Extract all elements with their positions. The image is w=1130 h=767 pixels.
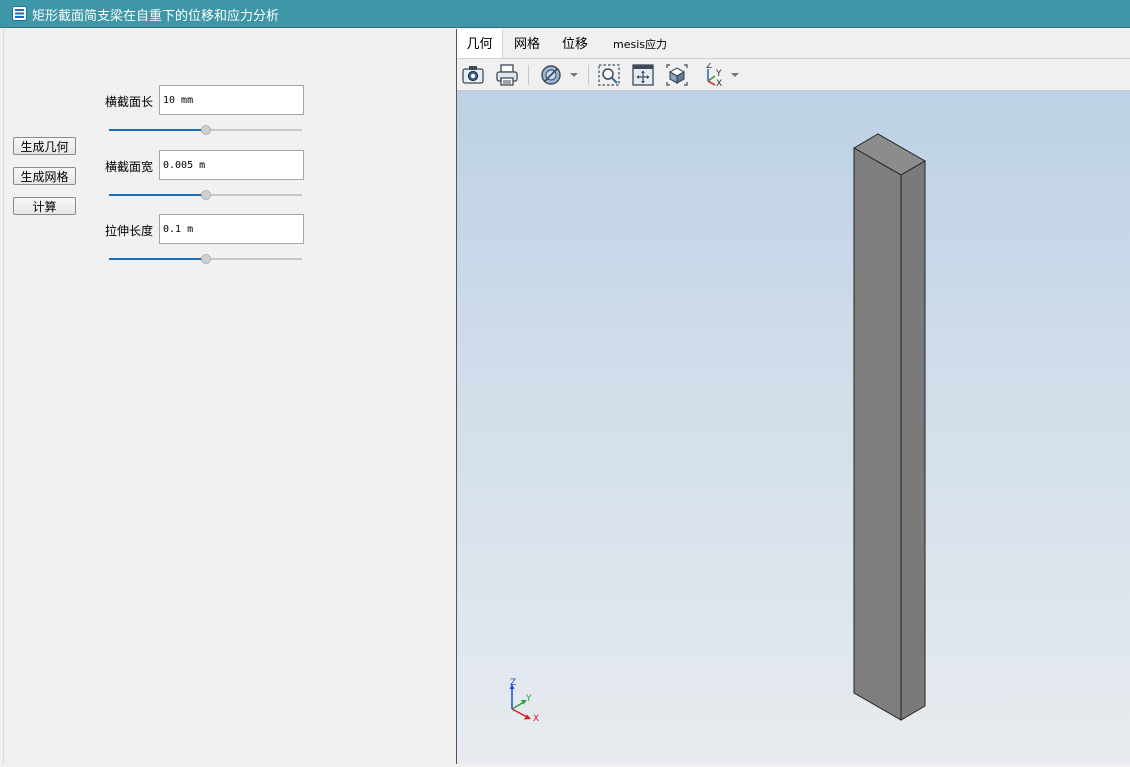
zoom-fit-icon[interactable] <box>631 63 655 87</box>
section-length-slider[interactable] <box>109 124 302 136</box>
window-title: 矩形截面简支梁在自重下的位移和应力分析 <box>32 9 280 24</box>
section-width-label: 横截面宽 <box>105 160 154 174</box>
slider-fill <box>109 194 206 196</box>
z-axis-label: Z <box>510 678 516 688</box>
viewport-toolbar: Z Y X <box>457 59 1130 91</box>
section-width-slider[interactable] <box>109 189 302 201</box>
compute-button[interactable]: 计算 <box>13 197 76 215</box>
toolbar-separator <box>528 65 529 85</box>
section-width-input[interactable] <box>159 150 304 180</box>
chevron-down-icon[interactable] <box>570 73 578 77</box>
slider-fill <box>109 129 206 131</box>
view-tabs: 几何 网格 位移 mesis应力 <box>457 29 1130 59</box>
generate-geometry-button[interactable]: 生成几何 <box>13 137 76 155</box>
view-iso-icon[interactable] <box>665 63 689 87</box>
tab-mesh[interactable]: 网格 <box>506 29 548 58</box>
zoom-box-icon[interactable] <box>597 63 621 87</box>
extrude-length-slider[interactable] <box>109 253 302 265</box>
y-axis-label: Y <box>525 694 532 704</box>
toolbar-separator <box>588 65 589 85</box>
extrude-length-label: 拉伸长度 <box>105 224 154 238</box>
3d-viewport[interactable]: Z Y X <box>457 91 1130 764</box>
slider-thumb[interactable] <box>201 190 211 200</box>
slider-thumb[interactable] <box>201 254 211 264</box>
tab-geometry[interactable]: 几何 <box>457 29 503 58</box>
section-length-input[interactable] <box>159 85 304 115</box>
display-mode-icon[interactable] <box>539 63 563 87</box>
axes-triad: Z Y X <box>509 678 539 724</box>
svg-text:X: X <box>716 79 722 87</box>
beam-model <box>853 133 926 721</box>
generate-mesh-button[interactable]: 生成网格 <box>13 167 76 185</box>
section-length-label: 横截面长 <box>105 95 154 109</box>
slider-fill <box>109 258 206 260</box>
extrude-length-input[interactable] <box>159 214 304 244</box>
axes-orientation-icon[interactable]: Z Y X <box>700 63 724 87</box>
svg-text:Z: Z <box>706 63 712 71</box>
tab-mises-stress[interactable]: mesis应力 <box>608 29 672 58</box>
print-icon[interactable] <box>495 63 519 87</box>
camera-icon[interactable] <box>461 63 485 87</box>
title-bar: 矩形截面简支梁在自重下的位移和应力分析 <box>0 0 1130 28</box>
chevron-down-icon[interactable] <box>731 73 739 77</box>
tab-displacement[interactable]: 位移 <box>554 29 596 58</box>
x-axis-label: X <box>533 714 539 724</box>
slider-thumb[interactable] <box>201 125 211 135</box>
svg-text:Y: Y <box>715 69 722 79</box>
app-icon <box>12 6 27 21</box>
